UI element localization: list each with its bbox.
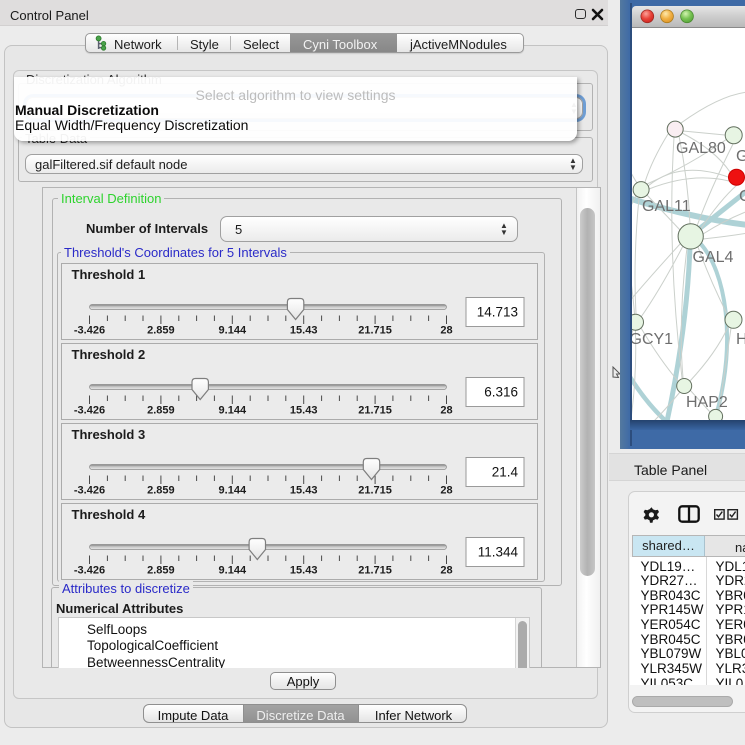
- svg-text:-3.426: -3.426: [74, 325, 105, 337]
- svg-text:21.4: 21.4: [492, 465, 519, 480]
- svg-text:GCY1: GCY1: [632, 331, 673, 348]
- svg-text:21.715: 21.715: [358, 565, 392, 577]
- svg-text:2.859: 2.859: [147, 325, 175, 337]
- svg-text:-3.426: -3.426: [74, 485, 105, 497]
- svg-text:9.144: 9.144: [219, 405, 247, 417]
- svg-text:28: 28: [440, 485, 452, 497]
- svg-text:GAL4: GAL4: [693, 249, 734, 266]
- svg-text:9.144: 9.144: [219, 485, 247, 497]
- svg-text:Threshold 4: Threshold 4: [72, 507, 146, 522]
- svg-text:15.43: 15.43: [290, 405, 318, 417]
- svg-text:H: H: [736, 331, 745, 348]
- svg-text:GAL11: GAL11: [642, 198, 691, 215]
- svg-text:2.859: 2.859: [147, 565, 175, 577]
- svg-text:11.344: 11.344: [478, 545, 519, 560]
- svg-text:28: 28: [440, 565, 452, 577]
- svg-text:HAP2: HAP2: [686, 394, 728, 411]
- svg-text:GAL80: GAL80: [676, 140, 726, 157]
- svg-text:21.715: 21.715: [358, 325, 392, 337]
- svg-text:Threshold 2: Threshold 2: [72, 347, 146, 362]
- svg-text:-3.426: -3.426: [74, 405, 105, 417]
- svg-text:14.713: 14.713: [477, 305, 518, 320]
- svg-text:C: C: [739, 188, 745, 205]
- svg-text:2.859: 2.859: [147, 485, 175, 497]
- svg-text:6.316: 6.316: [484, 385, 518, 400]
- svg-text:2.859: 2.859: [147, 405, 175, 417]
- svg-text:28: 28: [440, 405, 452, 417]
- svg-text:Threshold 1: Threshold 1: [72, 267, 146, 282]
- svg-text:GA: GA: [736, 148, 745, 165]
- svg-text:15.43: 15.43: [290, 485, 318, 497]
- svg-text:15.43: 15.43: [290, 325, 318, 337]
- svg-text:9.144: 9.144: [219, 565, 247, 577]
- svg-text:28: 28: [440, 325, 452, 337]
- svg-text:21.715: 21.715: [358, 405, 392, 417]
- svg-text:21.715: 21.715: [358, 485, 392, 497]
- svg-text:Threshold 3: Threshold 3: [72, 427, 146, 442]
- svg-text:9.144: 9.144: [219, 325, 247, 337]
- svg-text:15.43: 15.43: [290, 565, 318, 577]
- svg-text:-3.426: -3.426: [74, 565, 105, 577]
